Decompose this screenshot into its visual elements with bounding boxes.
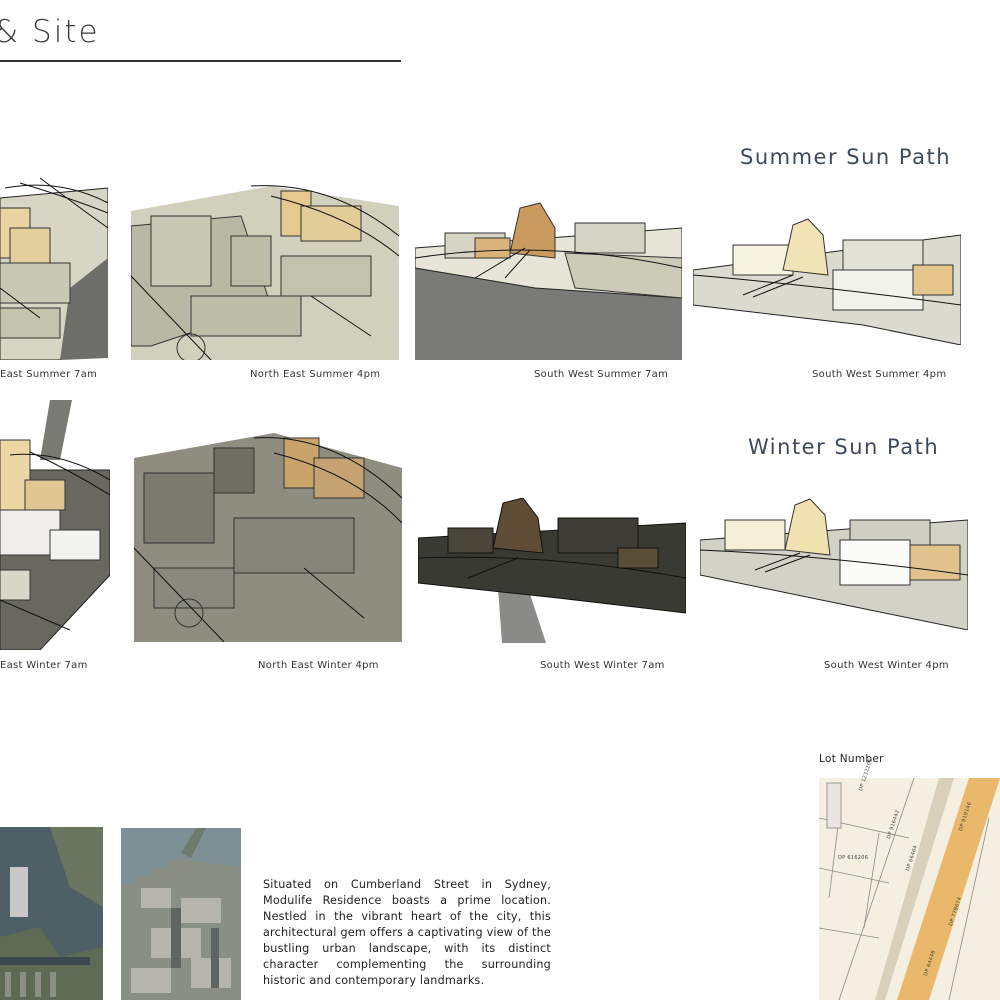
- lot-map-label-3: DP 616206: [838, 855, 869, 861]
- massing-render-south-west-winter-7am: [418, 498, 686, 643]
- massing-render-east-summer-7am: [0, 168, 108, 360]
- massing-render-south-west-winter-4pm: [700, 495, 968, 630]
- caption-east-summer-7am: East Summer 7am: [0, 369, 98, 380]
- caption-north-east-winter-4pm: North East Winter 4pm: [258, 660, 379, 671]
- caption-south-west-winter-7am: South West Winter 7am: [540, 660, 665, 671]
- massing-render-north-east-winter-4pm: [134, 428, 402, 642]
- site-description: Situated on Cumberland Street in Sydney,…: [263, 878, 551, 987]
- summer-sun-path-heading: Summer Sun Path: [740, 145, 952, 169]
- massing-render-south-west-summer-7am: [415, 198, 682, 360]
- massing-render-north-east-summer-4pm: [131, 176, 399, 360]
- aerial-photo-city: [121, 828, 241, 1000]
- massing-render-east-winter-7am: [0, 400, 110, 650]
- caption-south-west-summer-4pm: South West Summer 4pm: [812, 369, 947, 380]
- title-underline: [0, 60, 401, 62]
- caption-south-west-summer-7am: South West Summer 7am: [534, 369, 669, 380]
- page-title: & Site: [0, 14, 100, 50]
- caption-east-winter-7am: East Winter 7am: [0, 660, 88, 671]
- lot-number-map: [819, 778, 1000, 1000]
- caption-south-west-winter-4pm: South West Winter 4pm: [824, 660, 949, 671]
- winter-sun-path-heading: Winter Sun Path: [748, 435, 940, 459]
- massing-render-south-west-summer-4pm: [693, 215, 961, 345]
- caption-north-east-summer-4pm: North East Summer 4pm: [250, 369, 381, 380]
- aerial-photo-harbour: [0, 827, 103, 1000]
